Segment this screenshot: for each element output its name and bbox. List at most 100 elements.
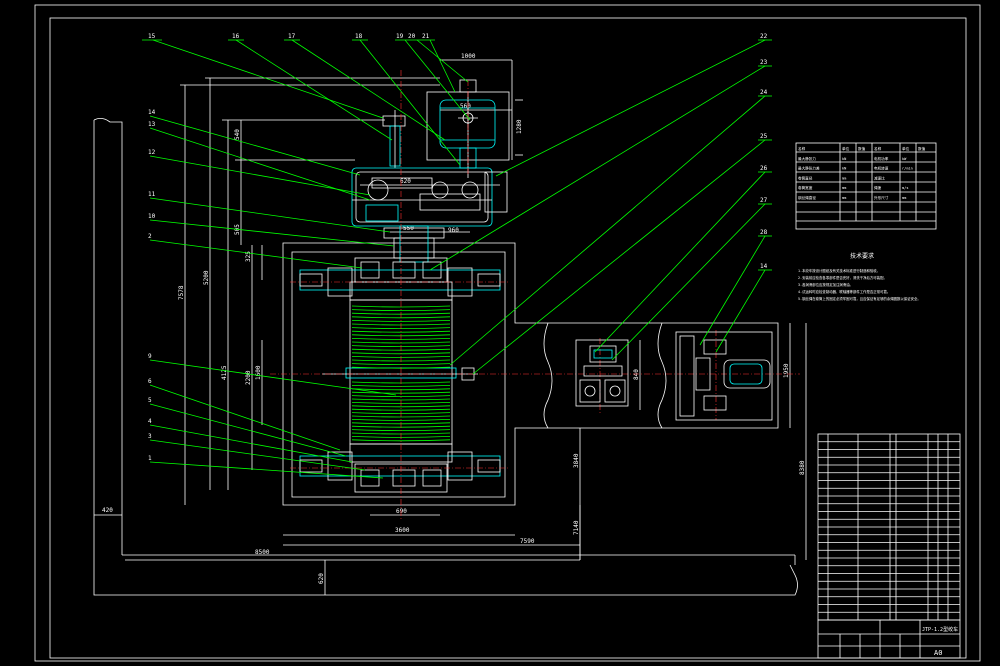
callout-24: 24 <box>760 89 768 96</box>
dim-left-2: 5200 <box>203 270 210 285</box>
dim-reducer-w2: 960 <box>448 227 459 234</box>
spec-cell: 最大静张力差 <box>798 166 820 171</box>
drawing-name: JTP-1.2型绞车 <box>922 626 958 633</box>
cad-drawing: 1000 1280 560 620 960 550 7578 5200 4125… <box>34 4 981 662</box>
spec-cell: mm <box>842 196 846 200</box>
callout-13: 13 <box>148 121 156 128</box>
callout-21: 21 <box>422 33 430 40</box>
tech-line-1: 1.本绞车按设计图纸及有关技术标准进行制造和验收。 <box>798 268 880 273</box>
bom-table <box>817 433 961 621</box>
rope-winding <box>351 398 451 401</box>
drum <box>322 299 478 445</box>
spec-cell: m/s <box>902 186 909 190</box>
dim-left-total: 7578 <box>178 285 185 300</box>
callout-26: 26 <box>760 165 768 172</box>
spec-cell: 减速比 <box>874 175 885 180</box>
spec-cell: 外形尺寸 <box>874 195 889 200</box>
coupling <box>383 225 445 263</box>
spec-cell: 电机功率 <box>874 156 889 161</box>
sheet-size: A0 <box>934 649 942 657</box>
technical-requirements: 技术要求 1.本绞车按设计图纸及有关技术标准进行制造和验收。 2.安装前应检查各… <box>798 252 921 301</box>
callout-4: 3 <box>148 433 152 440</box>
spec-cell: 电机转速 <box>874 166 889 171</box>
callout-12: 12 <box>148 149 156 156</box>
callout-25: 25 <box>760 133 768 140</box>
tech-line-2: 2.安装前应检查各零部件是否完好，清洗干净后方可装配。 <box>798 275 887 280</box>
spec-table: 名称 单位 数值 名称 单位 数值最大静张力 kN 电机功率 kW 最大静张力差 kN 电机转速 r/m… <box>795 142 937 230</box>
spec-cell: 卷筒直径 <box>798 175 813 180</box>
dim-offset-v2: 7140 <box>573 520 580 535</box>
callout-9: 2 <box>148 233 152 240</box>
dim-wall-h: 620 <box>318 573 325 584</box>
brake-assembly <box>382 110 406 168</box>
dim-bottom-mid: 7590 <box>520 538 535 545</box>
spec-cell: mm <box>842 176 846 180</box>
dim-right-v1: 1950 <box>783 363 790 378</box>
spec-cell: 数值 <box>858 146 866 151</box>
tech-line-4: 4.试运转时应检查制动器、联轴器等部件工作是否正常可靠。 <box>798 289 890 294</box>
spec-cell: 单位 <box>902 146 910 151</box>
spec-cell: 钢丝绳直径 <box>798 195 816 200</box>
callout-6: 5 <box>148 397 152 404</box>
outer-border <box>34 4 981 662</box>
spec-cell: mm <box>902 196 906 200</box>
control-box <box>575 339 629 407</box>
callout-31: 14 <box>760 263 768 270</box>
dim-bottom-total: 8500 <box>255 549 270 556</box>
title-block: JTP-1.2型绞车 A0 <box>817 619 961 659</box>
dim-left-3: 4125 <box>221 365 228 380</box>
callout-1: 1 <box>148 455 152 462</box>
callout-10: 10 <box>148 213 156 220</box>
tech-line-3: 3.各润滑部位应按规定加注润滑油。 <box>798 282 853 287</box>
break-lines <box>543 322 667 429</box>
dim-frame-w: 3600 <box>395 527 410 534</box>
reducer <box>351 167 508 227</box>
callout-28: 28 <box>760 229 768 236</box>
callout-27: 27 <box>760 197 768 204</box>
spec-cell: 名称 <box>798 146 806 151</box>
spec-cell: kN <box>842 167 846 171</box>
dim-base-w: 690 <box>396 508 407 515</box>
callout-11: 11 <box>148 191 156 198</box>
spec-cell: 最大静张力 <box>798 156 816 161</box>
callout-18: 18 <box>355 33 363 40</box>
dim-motor-inner: 560 <box>460 103 471 110</box>
operator-cabin <box>675 331 773 421</box>
dim-drum-h: 2200 <box>245 370 252 385</box>
dim-wall-gap: 420 <box>102 507 113 514</box>
rope-winding <box>351 439 451 442</box>
tech-title: 技术要求 <box>850 252 874 260</box>
callout-17: 17 <box>288 33 296 40</box>
dim-right-v3: 840 <box>633 369 640 380</box>
dim-offset-v: 3840 <box>573 453 580 468</box>
dim-motor-top: 1000 <box>461 53 476 60</box>
spec-cell: 卷筒宽度 <box>798 185 813 190</box>
spec-cell: 绳速 <box>874 185 882 190</box>
center-lines <box>270 70 800 520</box>
dim-right-v2: 8380 <box>799 460 806 475</box>
tech-line-5: 5.钢丝绳在卷筒上的固定必须牢固可靠，且应保证有足够的余绳圈数以保证安全。 <box>798 296 921 301</box>
callout-numbers: 15 16 17 18 19 20 21 22 23 24 25 26 27 2… <box>148 33 768 462</box>
callout-14: 14 <box>148 109 156 116</box>
spec-cell: 名称 <box>874 146 882 151</box>
spec-cell: r/min <box>902 167 913 171</box>
dim-reducer-w: 620 <box>400 178 411 185</box>
inner-border <box>49 17 967 659</box>
rope-winding <box>351 408 451 411</box>
dim-left-4: 540 <box>234 129 241 140</box>
spec-cell: 数值 <box>918 146 926 151</box>
upper-bearing <box>299 257 501 301</box>
callout-7: 6 <box>148 378 152 385</box>
rope-winding <box>351 395 451 397</box>
callout-5: 4 <box>148 418 152 425</box>
callout-16: 16 <box>232 33 240 40</box>
spec-cell: kN <box>842 157 846 161</box>
dim-motor-side: 1280 <box>516 119 523 134</box>
callout-23: 23 <box>760 59 768 66</box>
callout-19: 19 <box>396 33 404 40</box>
callout-15: 15 <box>148 33 156 40</box>
callout-20: 20 <box>408 33 416 40</box>
spec-cell: mm <box>842 186 846 190</box>
dim-drum-h2: 1600 <box>255 365 262 380</box>
spec-cell: 单位 <box>842 146 850 151</box>
